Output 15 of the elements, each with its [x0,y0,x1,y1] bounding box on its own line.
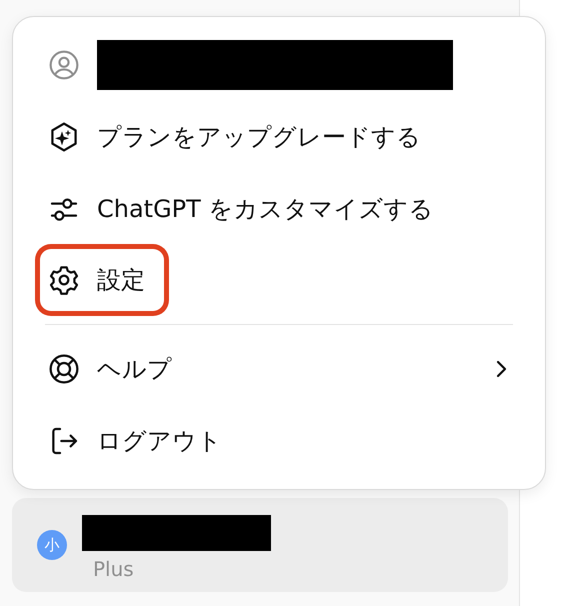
settings-icon [48,264,80,296]
menu-item[interactable]: ログアウト [35,405,246,477]
menu-label: ヘルプ [97,354,172,386]
lifebuoy-icon [48,353,80,386]
menu-label: ログアウト [97,426,222,458]
menu-item[interactable]: ChatGPT をカスタマイズする [35,172,458,244]
menu-item[interactable]: ヘルプ [35,333,523,406]
plan-label: Plus [92,557,135,581]
menu-label: ChatGPT をカスタマイズする [97,194,434,225]
menu-item[interactable]: 設定 [35,244,169,316]
menu-label: プランをアップグレードする [97,122,421,153]
user-icon [48,48,80,81]
menu-label: 設定 [97,265,145,296]
menu-item[interactable]: プランをアップグレードする [35,100,445,173]
avatar: 小 [37,530,67,560]
